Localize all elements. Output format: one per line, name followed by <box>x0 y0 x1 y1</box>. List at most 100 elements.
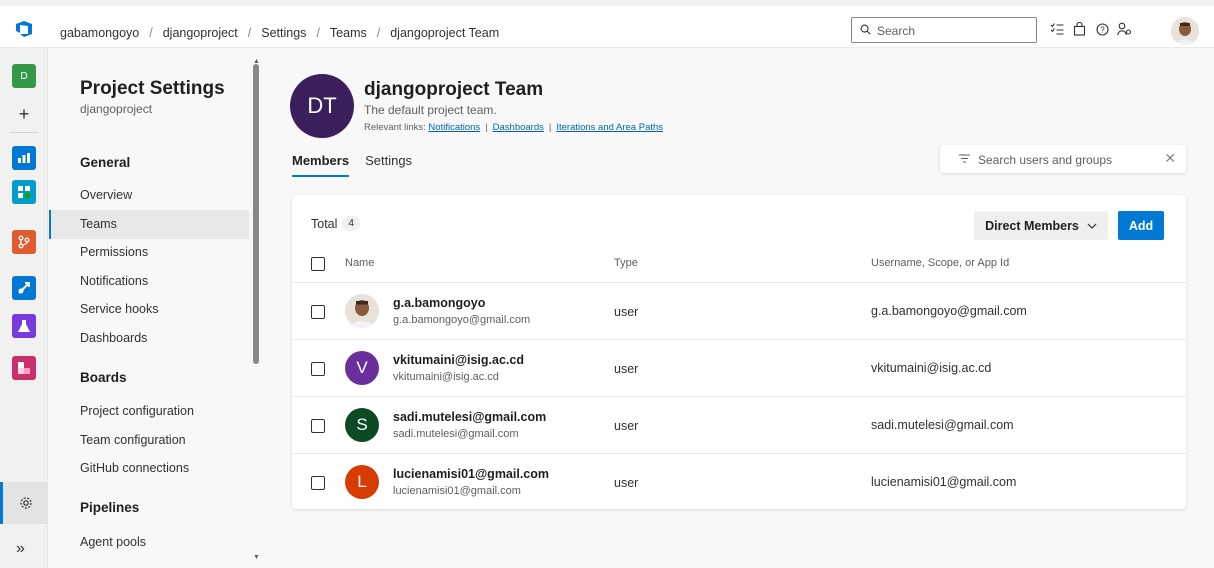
table-row[interactable]: S sadi.mutelesi@gmail.com sadi.mutelesi@… <box>292 396 1186 453</box>
member-type: user <box>614 419 639 433</box>
member-display-name: g.a.bamongoyo <box>393 296 486 310</box>
breadcrumb-org[interactable]: gabamongoyo <box>60 26 139 40</box>
link-iterations[interactable]: Iterations and Area Paths <box>556 122 663 133</box>
chevron-down-icon <box>1087 223 1097 229</box>
row-checkbox[interactable] <box>311 419 325 433</box>
shopping-bag-icon[interactable] <box>1070 20 1088 38</box>
member-username: vkitumaini@isig.ac.cd <box>871 361 992 375</box>
expand-rail-icon[interactable]: » <box>16 540 25 558</box>
direct-members-dropdown[interactable]: Direct Members <box>974 211 1108 240</box>
add-member-button[interactable]: Add <box>1118 211 1164 240</box>
nav-item-notifications[interactable]: Notifications <box>49 267 249 296</box>
filter-placeholder: Search users and groups <box>978 153 1113 167</box>
member-type: user <box>614 476 639 490</box>
boards-icon[interactable] <box>12 180 36 204</box>
left-rail: D + » <box>0 48 48 568</box>
team-tabs: Members Settings <box>292 153 412 177</box>
member-avatar: V <box>345 351 379 385</box>
nav-scrollbar[interactable] <box>252 58 260 364</box>
filter-icon <box>959 152 970 166</box>
nav-item-dashboards[interactable]: Dashboards <box>49 324 249 353</box>
member-type: user <box>614 305 639 319</box>
nav-section-pipelines: Pipelines <box>80 500 140 515</box>
add-icon[interactable]: + <box>12 102 36 126</box>
user-settings-icon[interactable] <box>1115 20 1133 38</box>
breadcrumb-settings[interactable]: Settings <box>261 26 306 40</box>
member-email: g.a.bamongoyo@gmail.com <box>393 314 531 326</box>
member-display-name: sadi.mutelesi@gmail.com <box>393 410 547 424</box>
pipelines-icon[interactable] <box>12 276 36 300</box>
nav-section-general: General <box>80 155 131 170</box>
table-row[interactable]: g.a.bamongoyo g.a.bamongoyo@gmail.com us… <box>292 282 1186 339</box>
close-icon[interactable]: ✕ <box>1164 150 1176 167</box>
project-settings-gear-icon[interactable] <box>0 482 48 524</box>
nav-item-overview[interactable]: Overview <box>49 181 249 210</box>
search-input[interactable]: Search <box>851 17 1037 43</box>
breadcrumb-project[interactable]: djangoproject <box>163 26 238 40</box>
nav-item-permissions[interactable]: Permissions <box>49 238 249 267</box>
link-dashboards[interactable]: Dashboards <box>493 122 544 133</box>
scroll-up-icon[interactable]: ▲ <box>253 58 260 65</box>
help-icon[interactable]: ? <box>1093 20 1111 38</box>
tab-members[interactable]: Members <box>292 153 350 177</box>
relevant-links: Relevant links: Notifications | Dashboar… <box>364 122 664 133</box>
rail-divider <box>10 132 38 133</box>
relevant-links-label: Relevant links: <box>364 122 426 133</box>
settings-nav: Project Settings djangoproject General O… <box>49 48 267 568</box>
test-plans-icon[interactable] <box>12 314 36 338</box>
column-header-type[interactable]: Type <box>614 257 638 269</box>
breadcrumb-team[interactable]: djangoproject Team <box>390 26 499 40</box>
nav-item-service-hooks[interactable]: Service hooks <box>49 295 249 324</box>
top-bar: gabamongoyo / djangoproject / Settings /… <box>0 0 1214 48</box>
nav-item-project-configuration[interactable]: Project configuration <box>49 397 249 426</box>
member-avatar: L <box>345 465 379 499</box>
nav-title: Project Settings <box>80 78 225 99</box>
repos-icon[interactable] <box>12 230 36 254</box>
total-label: Total <box>311 216 338 231</box>
breadcrumb-teams[interactable]: Teams <box>330 26 367 40</box>
member-avatar <box>345 294 379 328</box>
link-notifications[interactable]: Notifications <box>428 122 480 133</box>
total-count-badge: 4 <box>342 216 360 231</box>
column-header-name[interactable]: Name <box>345 257 374 269</box>
search-icon <box>860 24 871 35</box>
member-display-name: vkitumaini@isig.ac.cd <box>393 353 524 367</box>
member-email: vkitumaini@isig.ac.cd <box>393 371 499 383</box>
nav-subtitle: djangoproject <box>80 102 153 116</box>
team-description: The default project team. <box>364 103 497 117</box>
filter-users-input[interactable]: Search users and groups ✕ <box>940 145 1186 173</box>
nav-item-github-connections[interactable]: GitHub connections <box>49 454 249 483</box>
table-row[interactable]: L lucienamisi01@gmail.com lucienamisi01@… <box>292 453 1186 510</box>
nav-section-boards: Boards <box>80 370 127 385</box>
member-email: lucienamisi01@gmail.com <box>393 485 521 497</box>
select-all-checkbox[interactable] <box>311 257 325 271</box>
artifacts-icon[interactable] <box>12 356 36 380</box>
column-header-username[interactable]: Username, Scope, or App Id <box>871 257 1009 269</box>
members-card: Total 4 Direct Members Add Name Type Use… <box>292 195 1186 509</box>
member-type: user <box>614 362 639 376</box>
row-checkbox[interactable] <box>311 362 325 376</box>
member-username: g.a.bamongoyo@gmail.com <box>871 304 1027 318</box>
table-row[interactable]: V vkitumaini@isig.ac.cd vkitumaini@isig.… <box>292 339 1186 396</box>
nav-item-teams[interactable]: Teams <box>49 210 249 239</box>
nav-item-agent-pools[interactable]: Agent pools <box>49 528 249 557</box>
member-avatar: S <box>345 408 379 442</box>
row-checkbox[interactable] <box>311 305 325 319</box>
svg-text:?: ? <box>1100 25 1105 34</box>
breadcrumb: gabamongoyo / djangoproject / Settings /… <box>60 26 500 40</box>
member-email: sadi.mutelesi@gmail.com <box>393 428 519 440</box>
project-avatar[interactable]: D <box>12 64 36 88</box>
overview-icon[interactable] <box>12 146 36 170</box>
row-checkbox[interactable] <box>311 476 325 490</box>
checklist-icon[interactable] <box>1048 20 1066 38</box>
tab-settings[interactable]: Settings <box>365 153 412 177</box>
scroll-down-icon[interactable]: ▼ <box>253 554 260 561</box>
nav-item-team-configuration[interactable]: Team configuration <box>49 426 249 455</box>
search-placeholder: Search <box>877 24 916 38</box>
main-content: DT djangoproject Team The default projec… <box>268 48 1214 568</box>
member-username: sadi.mutelesi@gmail.com <box>871 418 1014 432</box>
user-avatar[interactable] <box>1171 17 1199 45</box>
team-name: djangoproject Team <box>364 79 544 100</box>
azure-devops-logo-icon[interactable] <box>14 19 34 39</box>
nav-scrollbar-thumb[interactable] <box>253 64 259 364</box>
